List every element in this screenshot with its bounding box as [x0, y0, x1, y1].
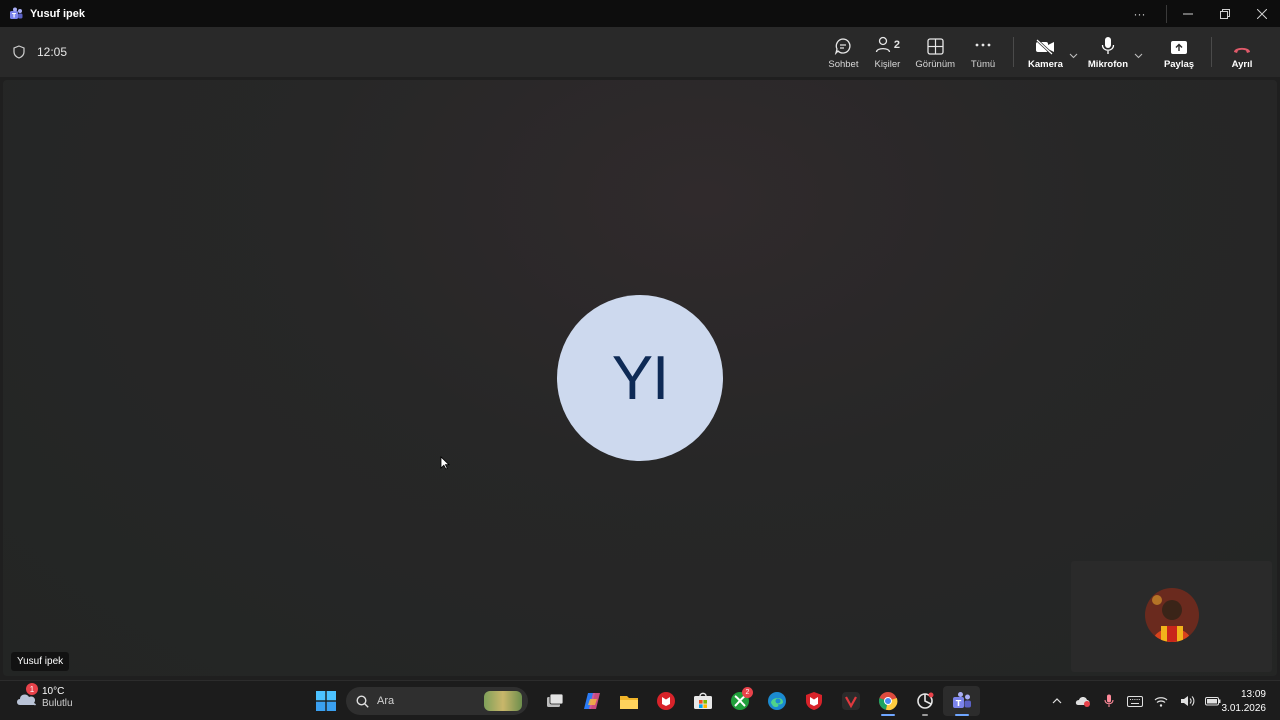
show-hidden-icons-chevron-icon[interactable] — [1044, 687, 1070, 715]
hang-up-icon — [1234, 47, 1250, 53]
search-highlight-image — [484, 691, 522, 711]
microphone-options-chevron-icon[interactable] — [1134, 27, 1147, 77]
window-title: Yusuf ipek — [30, 7, 86, 20]
participant-initials: YI — [611, 343, 670, 413]
chatgpt-icon[interactable] — [906, 686, 943, 716]
people-icon — [875, 36, 891, 52]
chat-button[interactable]: Sohbet — [821, 27, 865, 77]
teams-icon[interactable]: T — [943, 686, 980, 716]
taskbar-search[interactable]: Ara — [346, 687, 528, 715]
edge-icon[interactable] — [758, 686, 795, 716]
vivaldi-icon[interactable] — [832, 686, 869, 716]
view-button[interactable]: Görünüm — [909, 27, 961, 77]
people-button[interactable]: 2 Kişiler — [865, 27, 909, 77]
onedrive-icon[interactable] — [1070, 687, 1096, 715]
camera-off-icon — [1036, 38, 1055, 55]
weather-condition: Bulutlu — [42, 698, 73, 709]
chrome-running-indicator — [880, 714, 895, 716]
mcafee-app-icon[interactable] — [647, 686, 684, 716]
meeting-stage: YI Yusuf ipek — [3, 80, 1277, 676]
weather-widget[interactable]: 1 10°C Bulutlu — [14, 683, 73, 711]
mcafee-icon[interactable] — [795, 686, 832, 716]
teams-app-icon: T — [9, 7, 23, 21]
weather-badge: 1 — [26, 683, 38, 695]
title-divider — [1166, 4, 1167, 23]
file-explorer-icon[interactable] — [610, 686, 647, 716]
share-button[interactable]: Paylaş — [1157, 27, 1201, 77]
wifi-icon[interactable] — [1148, 687, 1174, 715]
chrome-icon[interactable] — [869, 686, 906, 716]
microphone-in-use-icon[interactable] — [1096, 687, 1122, 715]
chatgpt-running-indicator — [921, 714, 928, 716]
volume-icon[interactable] — [1174, 687, 1200, 715]
leave-label: Ayrıl — [1231, 58, 1253, 70]
chat-label: Sohbet — [828, 58, 859, 70]
people-label: Kişiler — [874, 58, 901, 70]
view-label: Görünüm — [915, 58, 956, 70]
microsoft-store-icon[interactable] — [684, 686, 721, 716]
close-button[interactable] — [1243, 0, 1280, 27]
toolbar-divider — [1013, 37, 1015, 67]
windows-start-icon — [316, 691, 336, 711]
share-screen-icon — [1171, 40, 1187, 54]
grid-view-icon — [927, 37, 944, 55]
leave-button[interactable]: Ayrıl — [1220, 27, 1264, 77]
weather-temp: 10°C — [42, 686, 65, 697]
chat-icon — [835, 37, 851, 55]
teams-running-indicator — [954, 714, 969, 716]
camera-button[interactable]: Kamera — [1022, 27, 1069, 77]
task-view-icon[interactable] — [536, 686, 573, 716]
camera-label: Kamera — [1028, 58, 1063, 70]
camera-options-chevron-icon[interactable] — [1069, 27, 1082, 77]
window-more-icon[interactable]: ··· — [1121, 0, 1158, 27]
title-bar: T Yusuf ipek ··· — [0, 0, 1280, 27]
mouse-cursor-icon — [440, 456, 450, 470]
keyboard-icon[interactable] — [1122, 687, 1148, 715]
taskbar-clock[interactable]: 13:09 3.01.2026 — [1216, 688, 1267, 716]
copilot-icon[interactable] — [573, 686, 610, 716]
microphone-icon — [1101, 36, 1115, 54]
system-tray — [1044, 687, 1226, 715]
minimize-button[interactable] — [1169, 0, 1206, 27]
search-icon — [356, 694, 369, 708]
meeting-timer: 12:05 — [37, 45, 68, 59]
taskbar: 1 10°C Bulutlu Ara 2 T 13:09 3.01.2026 — [0, 680, 1280, 720]
svg-text:T: T — [955, 699, 961, 708]
microphone-label: Mikrofon — [1087, 58, 1128, 70]
self-avatar — [1145, 588, 1199, 642]
start-button[interactable] — [312, 687, 340, 715]
people-count: 2 — [893, 38, 900, 51]
xbox-icon[interactable]: 2 — [721, 686, 758, 716]
self-video-tile[interactable] — [1071, 561, 1272, 672]
xbox-badge: 2 — [742, 687, 753, 698]
microphone-button[interactable]: Mikrofon — [1082, 27, 1134, 77]
meeting-toolbar: 12:05 Sohbet 2 Kişiler Görünüm Tümü Kame… — [0, 27, 1280, 77]
restore-button[interactable] — [1206, 0, 1243, 27]
shield-icon — [13, 45, 25, 59]
more-button[interactable]: Tümü — [961, 27, 1005, 77]
participant-avatar[interactable]: YI — [557, 295, 723, 461]
share-label: Paylaş — [1163, 58, 1195, 70]
more-icon — [975, 43, 991, 46]
toolbar-divider — [1211, 37, 1212, 67]
search-label: Ara — [377, 695, 395, 707]
cloud-icon: 1 — [14, 683, 40, 711]
more-label: Tümü — [970, 58, 996, 70]
clock-date: 3.01.2026 — [1221, 703, 1267, 714]
participant-name-tag: Yusuf ipek — [11, 652, 70, 671]
clock-time: 13:09 — [1240, 689, 1266, 700]
